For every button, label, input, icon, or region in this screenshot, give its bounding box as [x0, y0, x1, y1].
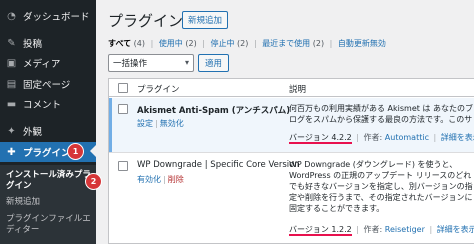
filter-count: (4) [133, 39, 146, 48]
filter-recently-active[interactable]: 最近まで使用 [262, 39, 310, 48]
admin-sidebar: ◔ ダッシュボード ✎ 投稿 ▣ メディア ▤ 固定ページ ▬ コメント ✦ 外… [0, 0, 101, 244]
select-all-checkbox[interactable] [118, 83, 128, 93]
settings-link[interactable]: 設定 [137, 119, 153, 128]
submenu-plugin-editor[interactable]: プラグインファイルエディター [6, 214, 94, 236]
table-row: Akismet Anti-Spam (アンチスパム) 設定 | 無効化 何百万もの利… [109, 98, 474, 153]
sidebar-item-media[interactable]: ▣ メディア [0, 54, 96, 72]
plugin-version: バージョン 1.2.2 [289, 225, 352, 236]
sidebar-item-label: 固定ページ [23, 80, 71, 91]
filter-count: (2) [185, 39, 197, 48]
comment-icon: ▬ [6, 98, 17, 110]
filter-inactive[interactable]: 停止中 [211, 39, 235, 48]
column-header-plugin: プラグイン [137, 85, 180, 95]
author-prefix: 作者: [363, 225, 383, 234]
filter-auto-update-disabled[interactable]: 自動更新無効 [338, 39, 386, 48]
row-checkbox[interactable] [118, 161, 128, 171]
plugin-actions: 設定 | 無効化 [137, 119, 184, 128]
author-link[interactable]: Automattic [385, 133, 429, 142]
sidebar-item-pages[interactable]: ▤ 固定ページ [0, 75, 96, 93]
apply-button[interactable]: 適用 [198, 54, 230, 72]
bulk-action-select[interactable]: 一括操作 ▾ [108, 54, 194, 72]
plugin-meta: バージョン 4.2.2 | 作者: Automattic | 詳細を表示 [289, 132, 474, 144]
details-link[interactable]: 詳細を表示 [437, 225, 474, 234]
plugin-icon: ✚ [7, 146, 16, 158]
bulk-action-value: 一括操作 [113, 59, 148, 69]
sidebar-item-appearance[interactable]: ✦ 外観 [0, 122, 96, 140]
plugins-table: プラグイン 説明 Akismet Anti-Spam (アンチスパム) 設定 | 無… [108, 78, 474, 244]
author-link[interactable]: Reisetiger [385, 225, 425, 234]
sidebar-item-label: 外観 [23, 127, 43, 138]
submenu-add-new[interactable]: 新規追加 [6, 197, 94, 208]
filter-count: (2) [312, 39, 325, 48]
sidebar-item-dashboard[interactable]: ◔ ダッシュボード [0, 7, 96, 25]
appearance-icon: ✦ [7, 125, 16, 137]
sidebar-item-label: コメント [23, 100, 62, 111]
author-prefix: 作者: [363, 133, 383, 142]
deactivate-link[interactable]: 無効化 [160, 119, 184, 128]
media-icon: ▣ [6, 57, 17, 69]
sidebar-item-posts[interactable]: ✎ 投稿 [0, 34, 96, 52]
sidebar-item-label: 投稿 [23, 39, 43, 50]
status-filters: すべて (4) | 使用中 (2) | 停止中 (2) | 最近まで使用 (2)… [108, 39, 386, 48]
sidebar-item-label: プラグイン [23, 148, 71, 159]
plugin-description: 何百万もの利用実績がある Akismet は あなたのブログをスパムから保護する… [289, 104, 473, 124]
submenu-installed-plugins[interactable]: インストール済みプラグイン [6, 170, 94, 192]
plugin-actions: 有効化 | 削除 [137, 175, 184, 184]
column-header-description: 説明 [289, 85, 307, 95]
pin-icon: ✎ [7, 37, 16, 49]
sidebar-item-label: メディア [23, 59, 61, 70]
activate-link[interactable]: 有効化 [137, 175, 161, 184]
step-badge: 1 [68, 144, 83, 159]
filter-count: (2) [237, 39, 249, 48]
main-content: プラグイン 新規追加 すべて (4) | 使用中 (2) | 停止中 (2) |… [96, 0, 474, 244]
details-link[interactable]: 詳細を表示 [441, 133, 474, 142]
delete-link[interactable]: 削除 [168, 175, 184, 184]
plugin-name: Akismet Anti-Spam (アンチスパム) [137, 106, 291, 116]
plugin-name: WP Downgrade | Specific Core Version [137, 160, 300, 170]
add-new-button[interactable]: 新規追加 [182, 11, 229, 29]
row-checkbox[interactable] [118, 104, 128, 114]
filter-all[interactable]: すべて [108, 39, 131, 48]
table-header: プラグイン 説明 [109, 79, 474, 97]
page-icon: ▤ [6, 78, 17, 90]
sidebar-item-comments[interactable]: ▬ コメント [0, 95, 96, 113]
chevron-down-icon: ▾ [184, 58, 189, 67]
page-title: プラグイン [108, 12, 184, 30]
sidebar-item-label: ダッシュボード [23, 12, 90, 23]
dashboard-icon: ◔ [7, 10, 16, 22]
plugin-version: バージョン 4.2.2 [289, 133, 352, 144]
plugin-description: WP Downgrade (ダウングレード) を使うと、WordPress の正… [289, 160, 473, 213]
active-indicator [109, 98, 112, 152]
filter-active[interactable]: 使用中 [159, 39, 183, 48]
table-row: WP Downgrade | Specific Core Version 有効化… [109, 154, 474, 244]
plugins-submenu: インストール済みプラグイン 2 新規追加 プラグインファイルエディター [0, 165, 101, 244]
plugin-meta: バージョン 1.2.2 | 作者: Reisetiger | 詳細を表示 [289, 224, 474, 236]
